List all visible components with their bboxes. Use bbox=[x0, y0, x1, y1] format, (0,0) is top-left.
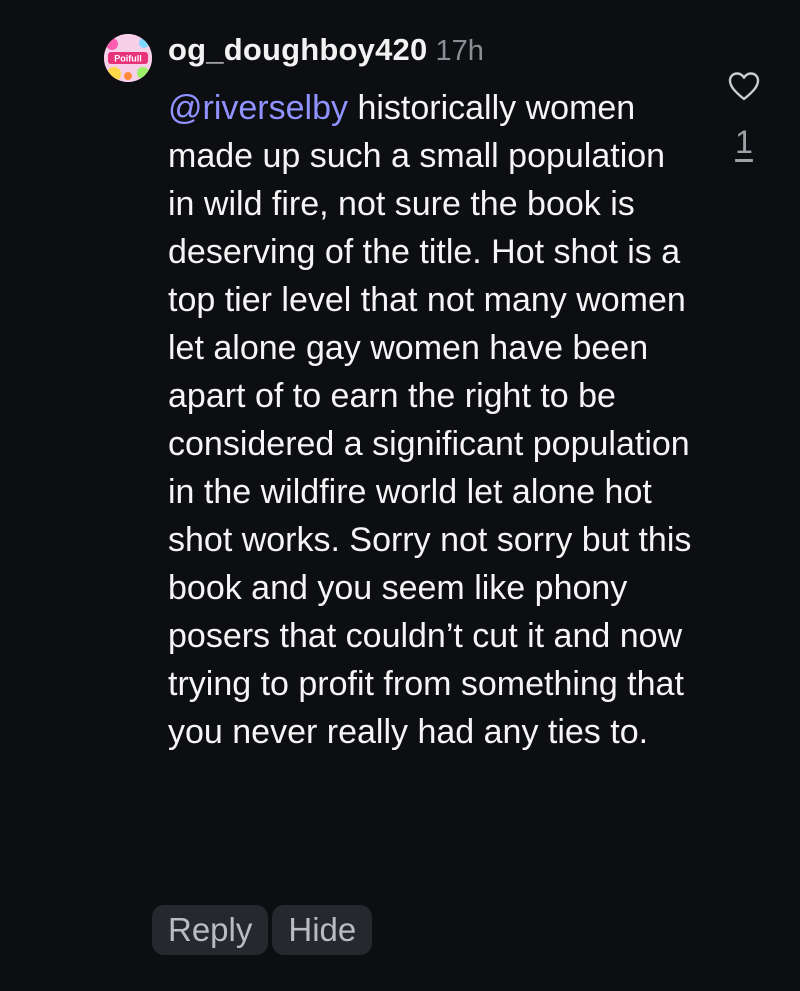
comment: og_doughboy420 17h @riverselby historica… bbox=[168, 32, 698, 756]
reply-button[interactable]: Reply bbox=[152, 905, 269, 955]
comment-body: historically women made up such a small … bbox=[168, 89, 692, 751]
username[interactable]: og_doughboy420 bbox=[168, 32, 427, 68]
comment-text: @riverselby historically women made up s… bbox=[168, 84, 698, 756]
like-count[interactable]: 1 bbox=[735, 124, 753, 161]
mention-link[interactable]: @riverselby bbox=[168, 89, 348, 127]
comment-actions: Reply Hide bbox=[152, 905, 373, 955]
avatar-text: Poifull bbox=[114, 54, 142, 64]
heart-icon[interactable] bbox=[727, 70, 761, 102]
user-avatar-icon: Poifull bbox=[104, 34, 152, 82]
comment-header: og_doughboy420 17h bbox=[168, 32, 698, 76]
like-section: 1 bbox=[720, 70, 768, 161]
avatar[interactable]: Poifull bbox=[104, 34, 152, 82]
hide-button[interactable]: Hide bbox=[272, 905, 373, 955]
timestamp: 17h bbox=[435, 35, 484, 67]
